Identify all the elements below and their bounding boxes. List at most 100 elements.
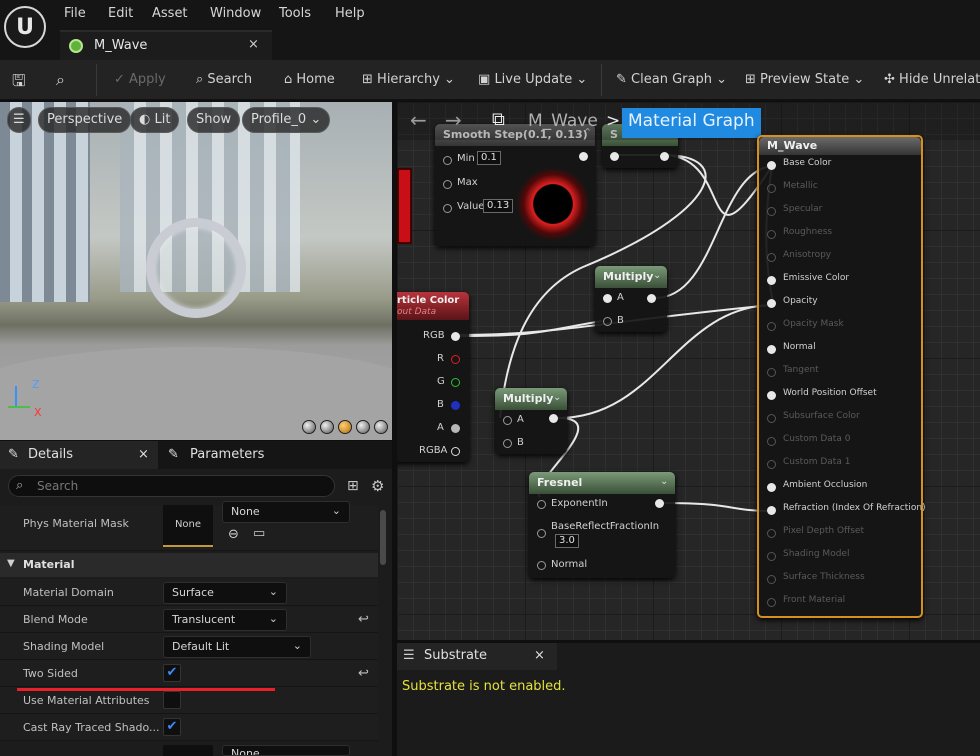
close-substrate-icon[interactable]: × (534, 648, 545, 663)
collapse-icon[interactable]: ⌄ (660, 476, 668, 487)
result-pin[interactable] (767, 184, 776, 193)
menu-tools[interactable]: Tools (279, 6, 311, 21)
result-pin[interactable] (767, 529, 776, 538)
pin-input[interactable] (610, 152, 619, 161)
result-pin[interactable] (767, 483, 776, 492)
result-pin[interactable] (767, 460, 776, 469)
pin-b[interactable] (603, 317, 612, 326)
tab-substrate[interactable]: ☰ Substrate × (397, 643, 557, 670)
pin-value[interactable] (443, 204, 452, 213)
partial-dropdown[interactable]: None (222, 745, 350, 756)
result-pin[interactable] (767, 598, 776, 607)
browse-icon[interactable]: ⌕ (56, 70, 65, 90)
result-pin[interactable] (767, 276, 776, 285)
pin-r[interactable] (451, 355, 460, 364)
preview-custom-icon[interactable] (374, 420, 388, 434)
smoothstep-node[interactable]: Smooth Step(0.1, 0.13) ⌃ Min 0.1 Max Val… (435, 124, 595, 246)
pin-rgba[interactable] (451, 447, 460, 456)
value-input[interactable]: 0.13 (483, 199, 514, 213)
menu-file[interactable]: File (64, 6, 86, 21)
fresnel-node[interactable]: Fresnel ⌄ ExponentIn BaseReflectFraction… (529, 472, 675, 578)
result-pin[interactable] (767, 253, 776, 262)
table-view-icon[interactable]: ⊞ (347, 478, 359, 494)
result-pin[interactable] (767, 299, 776, 308)
profile-dropdown[interactable]: Profile_0 ⌄ (242, 107, 331, 133)
preview-cube-icon[interactable] (356, 420, 370, 434)
base-reflect-input[interactable]: 3.0 (555, 534, 579, 548)
multiply-node[interactable]: Multiply ⌄ A B (495, 388, 567, 454)
home-button[interactable]: ⌂ Home (284, 72, 335, 87)
pin-base-reflect[interactable] (537, 529, 546, 538)
pin-a[interactable] (503, 416, 512, 425)
use-material-attributes-checkbox[interactable] (163, 691, 181, 709)
perspective-button[interactable]: Perspective (38, 107, 132, 133)
result-pin[interactable] (767, 575, 776, 584)
close-details-icon[interactable]: × (138, 447, 149, 462)
shading-model-dropdown[interactable]: Default Lit ⌄ (163, 636, 311, 658)
min-value-input[interactable]: 0.1 (477, 151, 501, 165)
phys-material-dropdown[interactable]: None ⌄ (222, 501, 350, 523)
result-pin[interactable] (767, 437, 776, 446)
forward-arrow-icon[interactable]: → (445, 108, 462, 132)
pin-a[interactable] (451, 424, 460, 433)
result-pin[interactable] (767, 552, 776, 561)
material-graph-canvas[interactable]: Smooth Step(0.1, 0.13) ⌃ Min 0.1 Max Val… (397, 102, 980, 640)
pin-exponent[interactable] (537, 500, 546, 509)
hierarchy-icon[interactable]: ⧉ (492, 109, 505, 130)
material-result-node[interactable]: M_Wave Base Color Metallic Specular Roughne… (757, 135, 926, 618)
tab-parameters[interactable]: Parameters (190, 447, 264, 462)
result-pin[interactable] (767, 230, 776, 239)
pin-output[interactable] (579, 152, 588, 161)
breadcrumb-current[interactable]: Material Graph (622, 108, 761, 138)
clean-graph-button[interactable]: ✎ Clean Graph ⌄ (616, 72, 727, 87)
particle-color-node[interactable]: rticle Color out Data RGB R G B A RGBA (397, 292, 469, 462)
result-pin[interactable] (767, 161, 776, 170)
preview-viewport[interactable] (0, 102, 392, 440)
preview-sphere-icon[interactable] (320, 420, 334, 434)
pin-output[interactable] (549, 414, 558, 423)
browse-asset-icon[interactable]: ▭ (253, 526, 265, 541)
settings-gear-icon[interactable]: ⚙ (371, 477, 384, 495)
hide-unrelated-button[interactable]: ✣ Hide Unrelate (884, 72, 980, 87)
live-update-button[interactable]: ▣ Live Update ⌄ (478, 72, 587, 87)
two-sided-checkbox[interactable]: ✔ (163, 664, 181, 682)
save-icon[interactable]: 🖫 (12, 70, 26, 97)
pin-max[interactable] (443, 180, 452, 189)
details-scrollbar[interactable] (380, 510, 386, 565)
pin-b[interactable] (503, 439, 512, 448)
blend-mode-dropdown[interactable]: Translucent ⌄ (163, 609, 287, 631)
result-pin[interactable] (767, 368, 776, 377)
preview-cylinder-icon[interactable] (302, 420, 316, 434)
collapse-icon[interactable]: ⌄ (553, 392, 561, 403)
material-domain-dropdown[interactable]: Surface ⌄ (163, 582, 287, 604)
breadcrumb-asset[interactable]: M_Wave (528, 111, 598, 131)
back-arrow-icon[interactable]: ← (410, 108, 427, 132)
preview-plane-icon[interactable] (338, 420, 352, 434)
menu-asset[interactable]: Asset (152, 6, 188, 21)
pin-a[interactable] (603, 294, 612, 303)
use-selected-icon[interactable]: ⊖ (228, 527, 239, 542)
menu-window[interactable]: Window (210, 6, 261, 21)
phys-material-thumbnail[interactable]: None (163, 505, 213, 547)
multiply-node[interactable]: Multiply ⌄ A B (595, 266, 667, 332)
vector-param-preview[interactable] (397, 168, 412, 244)
lit-button[interactable]: ◐ Lit (130, 107, 180, 133)
close-tab-icon[interactable]: × (248, 37, 259, 52)
result-pin[interactable] (767, 345, 776, 354)
pin-g[interactable] (451, 378, 460, 387)
tab-details[interactable]: ✎ Details × (0, 441, 158, 469)
unreal-logo-icon[interactable]: U (4, 6, 46, 48)
pin-output[interactable] (655, 499, 664, 508)
reset-to-default-icon[interactable]: ↩ (358, 666, 369, 681)
pin-output[interactable] (647, 294, 656, 303)
document-tab[interactable]: M_Wave × (60, 30, 272, 60)
search-button[interactable]: ⌕ Search (196, 72, 252, 87)
apply-button[interactable]: ✓ Apply (114, 72, 166, 87)
menu-help[interactable]: Help (335, 6, 365, 21)
result-pin[interactable] (767, 322, 776, 331)
pin-normal[interactable] (537, 561, 546, 570)
material-section-header[interactable]: ▼ Material (0, 553, 378, 577)
result-pin[interactable] (767, 391, 776, 400)
pin-b[interactable] (451, 401, 460, 410)
result-pin[interactable] (767, 414, 776, 423)
